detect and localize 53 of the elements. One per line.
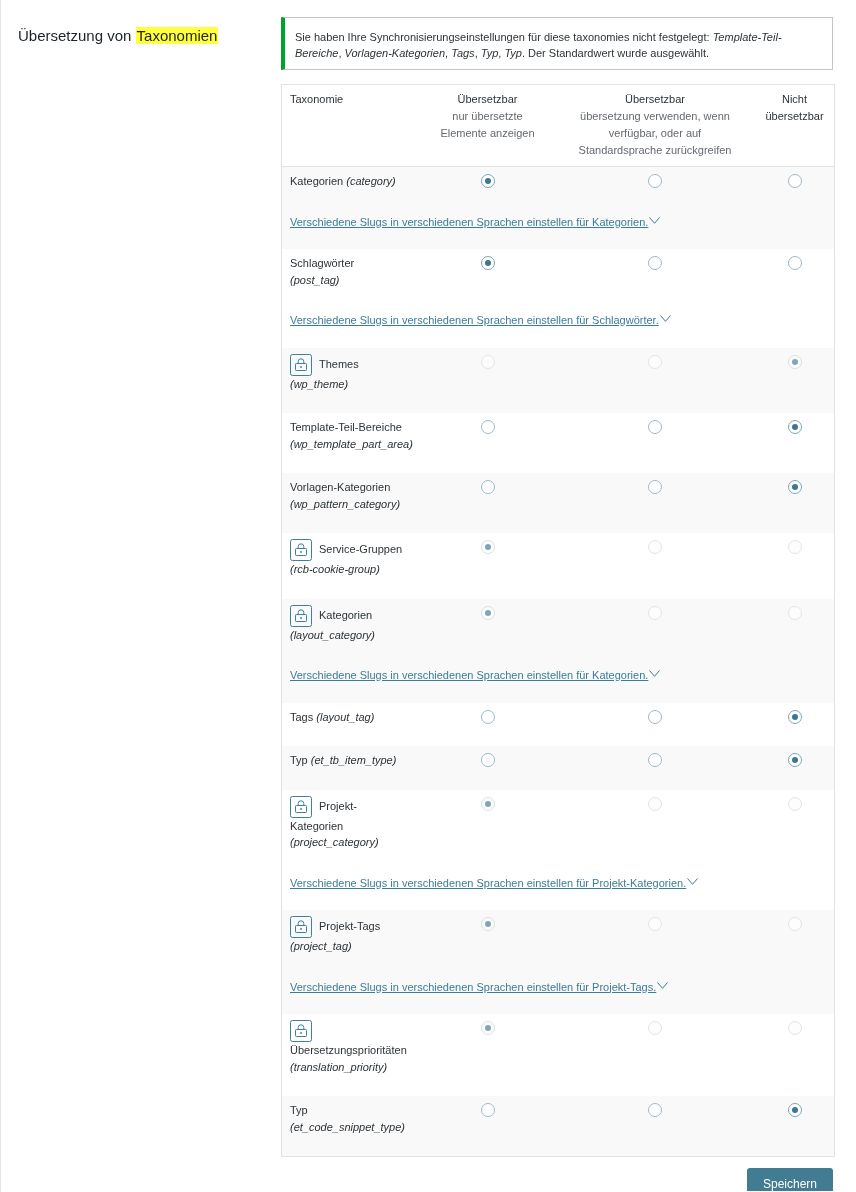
column-header: Übersetzbar [457, 92, 518, 107]
taxonomy-label: Service-Gruppen (rcb-cookie-group) [290, 542, 403, 575]
taxonomy-label: Kategorien (category) [290, 175, 396, 187]
chevron-down-icon[interactable] [649, 670, 661, 678]
section-title: Übersetzung von Taxonomien [18, 26, 219, 46]
column-header: Übersetzbar [625, 92, 685, 107]
taxonomy-label: Übersetzungsprioritäten (translation_priority) [290, 1044, 407, 1073]
radio-button[interactable] [787, 420, 802, 434]
radio-button[interactable] [787, 480, 802, 494]
column-description: übersetzung verwenden, wenn verfügbar, oder auf Standardsprache zurückgreifen [577, 109, 733, 158]
chevron-down-icon[interactable] [687, 877, 699, 885]
column-header: Taxonomie [290, 92, 344, 107]
radio-button[interactable] [648, 709, 662, 724]
taxonomy-label: Typ (et_tb_item_type) [290, 754, 397, 766]
radio-button[interactable] [648, 753, 662, 767]
taxonomy-label: Typ (et_code_snippet_type) [290, 1104, 405, 1133]
radio-button[interactable] [787, 709, 802, 724]
taxonomy-label: Kategorien (layout_category) [290, 608, 375, 641]
slug-link[interactable]: Verschiedene Slugs in verschiedenen Sprachen einstellen für Projekt-Kategorien. [290, 874, 687, 891]
radio-button[interactable] [648, 420, 662, 434]
taxonomy-label: Projekt-Kategorien (project_category) [290, 799, 379, 848]
taxonomy-label: Tags (layout_tag) [290, 710, 375, 723]
radio-button[interactable] [787, 753, 802, 767]
taxonomy-label: Schlagwörter (post_tag) [290, 257, 355, 286]
radio-button[interactable] [480, 420, 495, 434]
radio-button[interactable] [648, 174, 662, 188]
radio-button[interactable] [787, 256, 802, 270]
radio-button[interactable] [648, 1103, 662, 1117]
column-description: nur übersetzte Elemente anzeigen [439, 109, 536, 141]
taxonomy-label: Vorlagen-Kategorien (wp_pattern_category) [290, 481, 401, 510]
chevron-down-icon[interactable] [657, 981, 669, 989]
taxonomy-label: Themes (wp_theme) [290, 357, 359, 390]
radio-button[interactable] [480, 174, 495, 188]
radio-button[interactable] [480, 1103, 495, 1117]
radio-button[interactable] [480, 709, 495, 724]
slug-link[interactable]: Verschiedene Slugs in verschiedenen Sprachen einstellen für Kategorien. [290, 667, 649, 684]
radio-button[interactable] [648, 256, 662, 270]
chevron-down-icon[interactable] [659, 315, 671, 323]
slug-link[interactable]: Verschiedene Slugs in verschiedenen Sprachen einstellen für Kategorien. [290, 213, 649, 230]
radio-button[interactable] [787, 174, 802, 188]
chevron-down-icon[interactable] [649, 216, 661, 224]
column-header: Nicht übersetzbar [764, 92, 825, 124]
radio-button[interactable] [480, 256, 495, 270]
slug-link[interactable]: Verschiedene Slugs in verschiedenen Sprachen einstellen für Schlagwörter. [290, 312, 659, 329]
notice-message: Sie haben Ihre Synchronisierungseinstellungen für diese taxonomies nicht festgelegt: Template-Teil-Bereiche, Vorlagen-Kategorien, Tags, Typ, Typ. Der Standardwert wurde ausgewählt. [281, 17, 833, 70]
save-button[interactable]: Speichern [746, 1168, 833, 1191]
radio-button[interactable] [480, 480, 495, 494]
radio-button[interactable] [648, 480, 662, 494]
taxonomy-label: Projekt-Tags (project_tag) [290, 919, 381, 952]
slug-link[interactable]: Verschiedene Slugs in verschiedenen Sprachen einstellen für Projekt-Tags. [290, 978, 657, 995]
radio-button[interactable] [480, 753, 495, 767]
radio-button[interactable] [787, 1103, 802, 1117]
taxonomy-label: Template-Teil-Bereiche (wp_template_part_area) [290, 421, 413, 450]
